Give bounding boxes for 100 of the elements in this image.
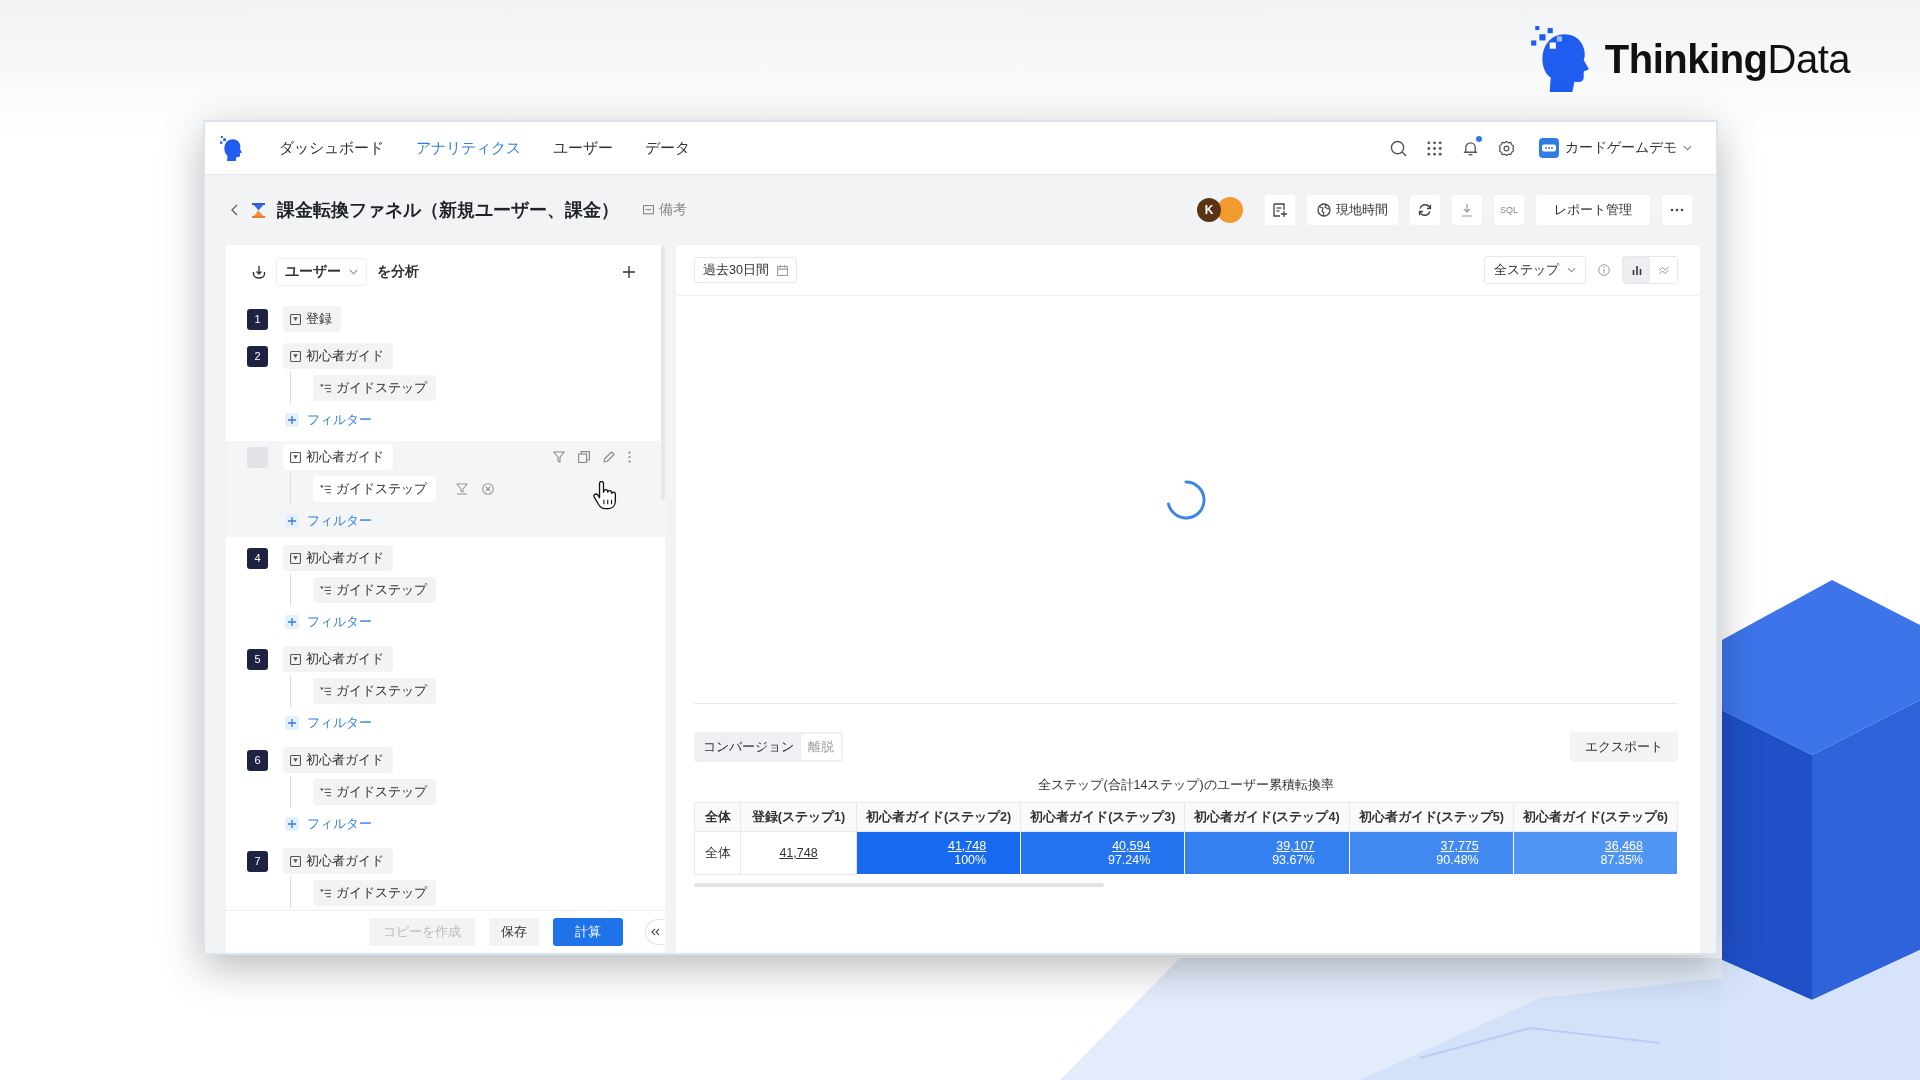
count-link[interactable]: 39,107	[1185, 839, 1315, 853]
user-avatar[interactable]: K	[1197, 198, 1221, 222]
conversion-rate: 100%	[953, 853, 987, 867]
bar-chart-icon	[1631, 265, 1642, 275]
line-chart-icon	[1658, 265, 1669, 275]
comment-icon	[643, 204, 654, 216]
bell-icon[interactable]	[1462, 139, 1479, 157]
document-plus-icon	[1273, 203, 1287, 217]
local-time-button[interactable]: 現地時間	[1307, 195, 1398, 225]
event-icon	[290, 313, 301, 325]
filter-icon[interactable]	[553, 451, 565, 463]
download-button[interactable]	[1452, 195, 1482, 225]
property-selector[interactable]: ガイドステップ	[313, 476, 436, 502]
export-button[interactable]: エクスポート	[1570, 732, 1678, 762]
more-vertical-icon[interactable]	[628, 451, 631, 463]
footer-button[interactable]: 計算	[553, 918, 623, 946]
event-selector[interactable]: 初心者ガイド	[283, 444, 393, 470]
add-filter-button[interactable]: フィルター	[285, 512, 372, 530]
conversion-rate: 90.48%	[1435, 853, 1479, 867]
download-icon	[1460, 203, 1474, 217]
remove-icon[interactable]	[482, 483, 494, 495]
count-link[interactable]: 41,748	[857, 839, 987, 853]
column-header: 初心者ガイド(ステップ4)	[1184, 802, 1350, 832]
event-selector[interactable]: 初心者ガイド	[283, 343, 393, 369]
date-range-picker[interactable]: 過去30日間	[694, 257, 797, 283]
sql-button[interactable]: SQL	[1494, 195, 1524, 225]
step-number-badge: 4	[247, 547, 268, 569]
event-selector[interactable]: 初心者ガイド	[283, 848, 393, 874]
bar-view-button[interactable]	[1623, 257, 1650, 283]
property-selector[interactable]: ガイドステップ	[313, 678, 436, 704]
caret-icon	[349, 269, 358, 275]
brand-name: ThinkingData	[1604, 39, 1850, 79]
column-header: 初心者ガイド(ステップ6)	[1513, 802, 1678, 832]
property-icon	[320, 887, 331, 899]
conversion-rate: 87.35%	[1599, 853, 1643, 867]
nav-tab[interactable]: アナリティクス	[416, 132, 521, 164]
step-number-badge: 5	[247, 648, 268, 670]
count-link[interactable]: 40,594	[1021, 839, 1151, 853]
plus-icon	[285, 716, 299, 730]
count-link[interactable]: 41,748	[741, 846, 856, 860]
event-icon	[290, 451, 301, 463]
edit-icon[interactable]	[603, 451, 615, 463]
info-icon[interactable]	[1598, 264, 1610, 276]
property-icon	[320, 786, 331, 798]
refresh-button[interactable]	[1410, 195, 1440, 225]
tab[interactable]: コンバージョン	[696, 734, 801, 760]
property-selector[interactable]: ガイドステップ	[313, 577, 436, 603]
step-number-badge: 7	[247, 850, 268, 872]
nav-tab[interactable]: ユーザー	[553, 132, 613, 164]
event-icon	[290, 855, 301, 867]
head-logo-icon[interactable]	[219, 135, 243, 161]
event-selector[interactable]: 初心者ガイド	[283, 646, 393, 672]
step-number-badge: 6	[247, 749, 268, 771]
add-note-button[interactable]	[1265, 195, 1295, 225]
property-icon	[320, 584, 331, 596]
double-chevron-icon	[651, 928, 660, 936]
search-icon[interactable]	[1390, 139, 1407, 157]
add-filter-button[interactable]: フィルター	[285, 613, 372, 631]
plus-icon	[285, 615, 299, 629]
step-number-badge: 2	[247, 345, 268, 367]
game-controller-icon	[1539, 138, 1559, 158]
property-selector[interactable]: ガイドステップ	[313, 375, 436, 401]
add-filter-button[interactable]: フィルター	[285, 815, 372, 833]
add-filter-button[interactable]: フィルター	[285, 714, 372, 732]
copy-icon[interactable]	[578, 451, 590, 463]
avatar-icon[interactable]	[1217, 197, 1243, 223]
collapse-panel-button[interactable]	[645, 919, 665, 945]
app-grid-icon[interactable]	[1426, 139, 1443, 157]
caret-icon	[1567, 267, 1576, 273]
subject-dropdown[interactable]: ユーザー	[276, 258, 367, 286]
event-icon	[290, 754, 301, 766]
column-header: 登録(ステップ1)	[740, 802, 857, 832]
property-icon	[320, 382, 331, 394]
plus-icon	[285, 514, 299, 528]
funnel-split-icon[interactable]	[456, 483, 468, 495]
refresh-icon	[1418, 203, 1432, 217]
footer-button[interactable]: 保存	[489, 918, 539, 946]
hand-cursor-icon	[593, 481, 617, 510]
property-icon	[320, 483, 331, 495]
table-caption: 全ステップ(合計14ステップ)のユーザー累積転換率	[1037, 777, 1335, 794]
plus-icon	[285, 413, 299, 427]
down-arrow-icon	[252, 265, 266, 279]
add-step-icon[interactable]	[623, 266, 635, 278]
project-switcher[interactable]: カードゲームデモ	[1539, 138, 1692, 158]
event-selector[interactable]: 初心者ガイド	[283, 545, 393, 571]
analyze-label: を分析	[377, 263, 419, 281]
report-manage-button[interactable]: レポート管理	[1536, 195, 1650, 225]
settings-icon[interactable]	[1498, 139, 1515, 157]
property-selector[interactable]: ガイドステップ	[313, 880, 436, 906]
add-filter-button[interactable]: フィルター	[285, 411, 372, 429]
event-icon	[290, 653, 301, 665]
step-scope-dropdown[interactable]: 全ステップ	[1484, 256, 1586, 284]
event-icon	[290, 350, 301, 362]
globe-icon	[1317, 203, 1331, 217]
property-selector[interactable]: ガイドステップ	[313, 779, 436, 805]
nav-tab[interactable]: データ	[645, 132, 690, 164]
event-selector[interactable]: 登録	[283, 306, 341, 332]
event-selector[interactable]: 初心者ガイド	[283, 747, 393, 773]
nav-tab[interactable]: ダッシュボード	[279, 132, 384, 164]
back-icon[interactable]	[231, 204, 238, 216]
